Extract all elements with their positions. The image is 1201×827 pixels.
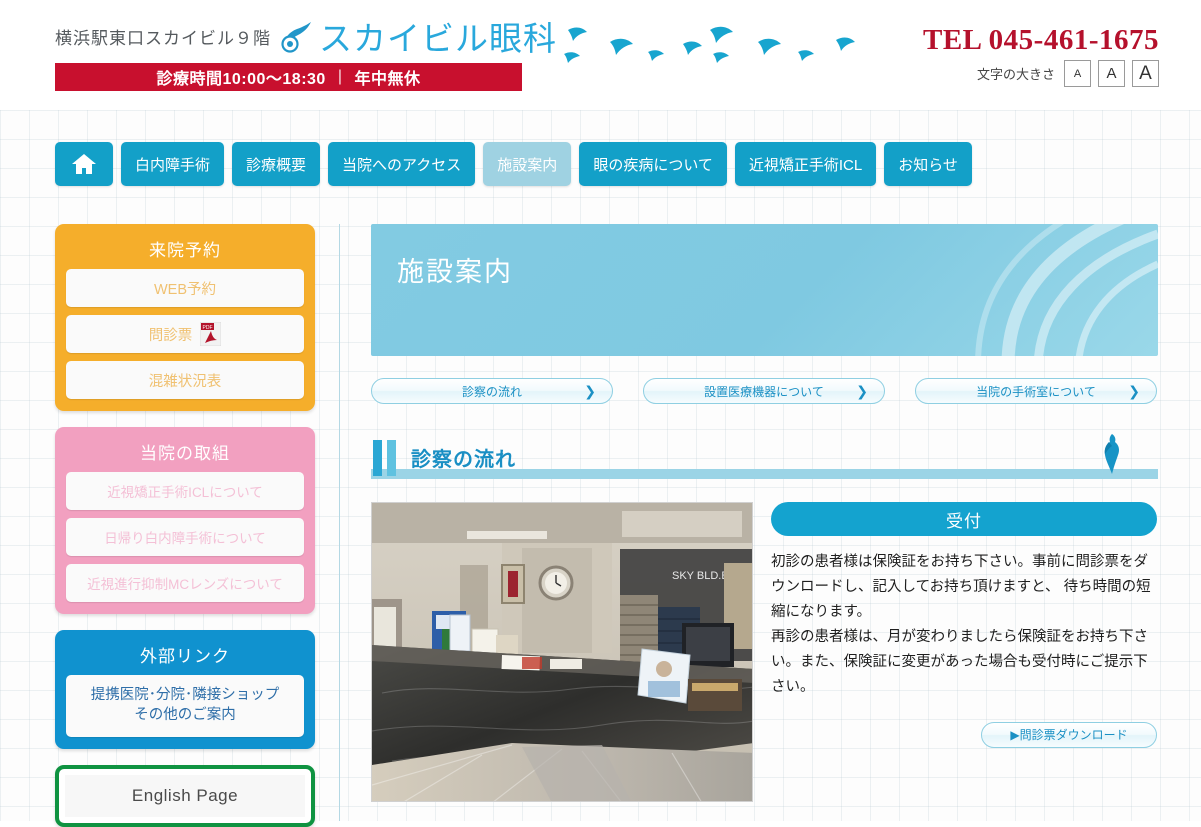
anchor-label: 当院の手術室について bbox=[976, 384, 1096, 399]
section-anchor-nav: 診察の流れ ❯ 設置医療機器について ❯ 当院の手術室について ❯ bbox=[371, 378, 1158, 404]
sidebar-link-daysurgery-cataract[interactable]: 日帰り白内障手術について bbox=[66, 518, 304, 556]
section-bars-decoration bbox=[373, 440, 396, 476]
sidebar-link-label: 混雑状況表 bbox=[148, 373, 222, 390]
flying-birds-decoration-icon bbox=[564, 26, 855, 63]
font-size-large-button[interactable]: A bbox=[1132, 60, 1159, 87]
download-row: ▶問診票ダウンロード bbox=[771, 721, 1157, 748]
sidebar-link-partner-clinics[interactable]: 提携医院･分院･隣接ショップ その他のご案内 bbox=[66, 675, 304, 737]
nav-label: 眼の疾病について bbox=[593, 156, 713, 174]
nav-label: お知らせ bbox=[898, 156, 958, 174]
reception-counter-image: SKY BLD.EYE bbox=[372, 503, 752, 801]
sidebar-section-efforts: 当院の取組 近視矯正手術ICLについて 日帰り白内障手術について 近視進行抑制M… bbox=[55, 427, 315, 614]
sidebar-link-label: 問診票 bbox=[148, 327, 193, 344]
reception-paragraph-first-visit: 初診の患者様は保険証をお持ち下さい。事前に問診票をダウンロードし、記入してお持ち… bbox=[771, 554, 1151, 620]
font-size-controls: 文字の大きさ A A A bbox=[977, 60, 1159, 87]
main-content: 施設案内 診察の流れ ❯ 設置医療機器について ❯ 当院の手術室について ❯ 診… bbox=[340, 224, 1158, 802]
section-bar bbox=[387, 440, 396, 476]
sidebar-link-label: 近視矯正手術ICLについて bbox=[107, 485, 263, 500]
page-title-banner: 施設案内 bbox=[371, 224, 1158, 356]
font-size-small-button[interactable]: A bbox=[1064, 60, 1091, 87]
reception-photo: SKY BLD.EYE bbox=[371, 502, 753, 802]
sidebar-link-english-page[interactable]: English Page bbox=[65, 775, 305, 817]
site-header: 横浜駅東口スカイビル９階 スカイビル眼科 診療時間10:00〜18:30 | 年… bbox=[0, 0, 1201, 110]
home-icon bbox=[72, 154, 96, 174]
nav-item-icl[interactable]: 近視矯正手術ICL bbox=[734, 142, 877, 186]
branding: 横浜駅東口スカイビル９階 スカイビル眼科 bbox=[55, 12, 557, 60]
nav-item-medical-overview[interactable]: 診療概要 bbox=[232, 142, 321, 186]
chevron-right-icon: ❯ bbox=[1128, 382, 1140, 399]
site-subtitle: 横浜駅東口スカイビル９階 bbox=[55, 28, 271, 48]
svg-text:PDF: PDF bbox=[203, 325, 213, 331]
reception-heading: 受付 bbox=[771, 502, 1157, 536]
sidebar-link-icl-info[interactable]: 近視矯正手術ICLについて bbox=[66, 472, 304, 510]
sidebar-link-label: WEB予約 bbox=[153, 281, 217, 298]
sidebar-section-external-links: 外部リンク 提携医院･分院･隣接ショップ その他のご案内 bbox=[55, 630, 315, 749]
nav-label: 施設案内 bbox=[497, 156, 558, 174]
sidebar-link-label: English Page bbox=[131, 786, 239, 805]
font-size-label: 文字の大きさ bbox=[976, 67, 1055, 82]
reception-text-column: 受付 初診の患者様は保険証をお持ち下さい。事前に問診票をダウンロードし、記入して… bbox=[771, 502, 1157, 802]
wave-decoration-icon bbox=[975, 224, 1158, 356]
nav-label: 診療概要 bbox=[246, 156, 307, 174]
nav-label: 近視矯正手術ICL bbox=[748, 156, 863, 174]
nav-item-cataract-surgery[interactable]: 白内障手術 bbox=[121, 142, 225, 186]
sidebar-link-label: 近視進行抑制MCレンズについて bbox=[87, 577, 283, 592]
sidebar-link-congestion-chart[interactable]: 混雑状況表 bbox=[66, 361, 304, 399]
phone-number[interactable]: TEL 045-461-1675 bbox=[923, 24, 1159, 57]
sidebar: 来院予約 WEB予約 問診票 PDF 混雑状況表 当院の取組 近視矯正手術ICL… bbox=[55, 224, 315, 827]
font-size-medium-button[interactable]: A bbox=[1098, 60, 1125, 87]
sidebar-link-label-line2: その他のご案内 bbox=[134, 707, 236, 723]
sidebar-link-label: 日帰り白内障手術について bbox=[104, 531, 266, 546]
perched-bird-icon bbox=[1104, 434, 1119, 474]
clinic-hours-bar: 診療時間10:00〜18:30 | 年中無休 bbox=[55, 63, 522, 91]
sidebar-section-reservation: 来院予約 WEB予約 問診票 PDF 混雑状況表 bbox=[55, 224, 315, 411]
nav-item-news[interactable]: お知らせ bbox=[884, 142, 972, 186]
page-title: 施設案内 bbox=[397, 257, 513, 287]
site-logo[interactable]: スカイビル眼科 bbox=[281, 12, 557, 60]
sidebar-link-label-line1: 提携医院･分院･隣接ショップ bbox=[90, 687, 280, 704]
download-questionnaire-button[interactable]: ▶問診票ダウンロード bbox=[981, 721, 1157, 748]
reception-paragraph-return-visit: 再診の患者様は、月が変わりましたら保険証をお持ち下さい。また、保険証に変更があっ… bbox=[771, 628, 1148, 695]
sidebar-link-web-reservation[interactable]: WEB予約 bbox=[66, 269, 304, 307]
sidebar-link-questionnaire[interactable]: 問診票 PDF bbox=[66, 315, 304, 353]
section-title: 診察の流れ bbox=[411, 449, 516, 471]
sidebar-title-reservation: 来院予約 bbox=[149, 241, 221, 260]
nav-label: 当院へのアクセス bbox=[342, 156, 462, 174]
section-header: 診察の流れ bbox=[371, 434, 1158, 480]
hours-separator: | bbox=[337, 68, 343, 85]
section-body: SKY BLD.EYE 受付 初診の患者様は保険証をお持ち下さい。事前に問診票を… bbox=[371, 502, 1158, 802]
chevron-right-icon: ❯ bbox=[584, 382, 596, 399]
sidebar-title-efforts: 当院の取組 bbox=[140, 444, 230, 463]
chevron-right-icon: ❯ bbox=[856, 382, 868, 399]
sidebar-title-external: 外部リンク bbox=[140, 647, 230, 666]
clinic-hours-text: 診療時間10:00〜18:30 bbox=[156, 71, 326, 88]
main-navigation: 白内障手術 診療概要 当院へのアクセス 施設案内 眼の疾病について 近視矯正手術… bbox=[55, 142, 972, 186]
site-name: スカイビル眼科 bbox=[319, 20, 557, 57]
section-bar bbox=[373, 440, 382, 476]
anchor-button-consultation-flow[interactable]: 診察の流れ ❯ bbox=[371, 378, 613, 404]
pdf-file-icon: PDF bbox=[200, 322, 222, 346]
holiday-text: 年中無休 bbox=[354, 71, 421, 88]
sidebar-link-mc-lens[interactable]: 近視進行抑制MCレンズについて bbox=[66, 564, 304, 602]
anchor-label: 設置医療機器について bbox=[704, 384, 824, 399]
anchor-label: 診察の流れ bbox=[461, 384, 522, 399]
nav-item-facility-guide[interactable]: 施設案内 bbox=[483, 142, 572, 186]
sidebar-section-english: English Page bbox=[55, 765, 315, 827]
eye-swirl-logo-icon bbox=[281, 22, 311, 53]
nav-item-eye-diseases[interactable]: 眼の疾病について bbox=[579, 142, 727, 186]
anchor-button-operating-room[interactable]: 当院の手術室について ❯ bbox=[915, 378, 1157, 404]
anchor-button-equipment[interactable]: 設置医療機器について ❯ bbox=[643, 378, 885, 404]
nav-item-access[interactable]: 当院へのアクセス bbox=[328, 142, 476, 186]
nav-label: 白内障手術 bbox=[135, 156, 211, 174]
nav-item-home[interactable] bbox=[55, 142, 113, 186]
